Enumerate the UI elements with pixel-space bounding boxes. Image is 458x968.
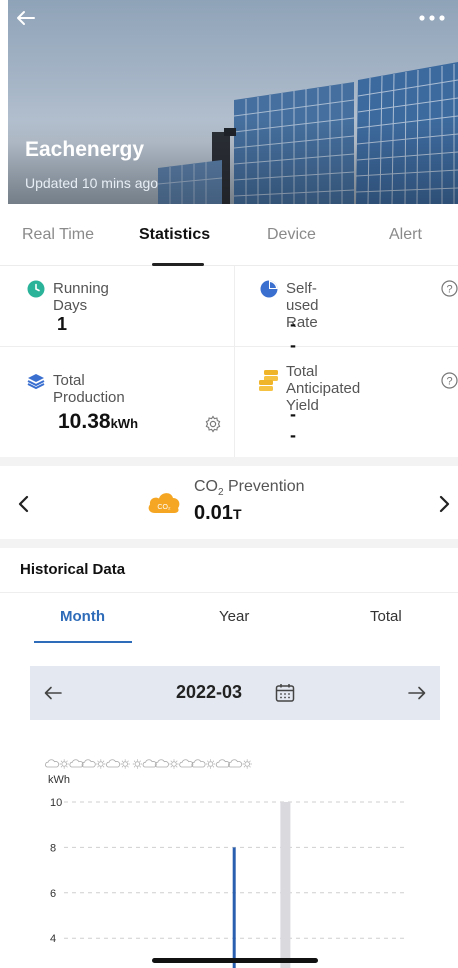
sunny-weather-icon — [96, 759, 106, 769]
selected-day-highlight[interactable] — [280, 802, 291, 968]
y-tick-label: 6 — [50, 888, 56, 900]
chart-grid: 10 8 6 4 — [50, 797, 405, 945]
co2-unit: T — [232, 506, 242, 522]
date-selector: 2022-03 — [30, 666, 440, 720]
selected-date[interactable]: 2022-03 — [176, 682, 242, 703]
home-indicator — [152, 958, 318, 963]
chart-bars — [232, 802, 291, 968]
y-tick-label: 4 — [50, 933, 56, 945]
co2-label-prefix: CO — [194, 478, 218, 495]
running-days-label: Running Days — [53, 280, 109, 314]
anticipated-yield-label: Total Anticipated Yield — [286, 363, 360, 414]
cloudy-weather-icon — [69, 759, 84, 768]
help-icon[interactable]: ? — [441, 280, 458, 297]
cloudy-weather-icon — [106, 759, 121, 768]
grid-divider — [234, 266, 235, 346]
co2-value-group: 0.01T — [194, 502, 242, 525]
calendar-icon[interactable] — [274, 682, 296, 704]
co2-label-suffix: Prevention — [223, 478, 305, 495]
coin-stack-icon — [259, 370, 278, 391]
chevron-right-icon[interactable] — [436, 494, 452, 514]
co2-label: CO2 Prevention — [194, 478, 305, 498]
subtab-month[interactable]: Month — [60, 608, 105, 625]
svg-text:?: ? — [446, 376, 452, 388]
cloudy-weather-icon — [179, 759, 194, 768]
svg-text:?: ? — [446, 284, 452, 296]
section-divider — [0, 592, 458, 593]
clock-icon — [27, 280, 45, 298]
y-axis-unit-label: kWh — [48, 774, 70, 786]
sunny-weather-icon — [242, 759, 252, 769]
sunny-weather-icon — [169, 759, 179, 769]
tab-statistics[interactable]: Statistics — [139, 226, 210, 244]
self-used-rate-value: -- — [290, 314, 296, 355]
active-subtab-indicator — [34, 641, 132, 643]
co2-cloud-icon: CO₂ — [148, 493, 180, 513]
weather-icons-row — [45, 759, 252, 769]
sunny-weather-icon — [132, 759, 142, 769]
sunny-weather-icon — [59, 759, 69, 769]
tab-real-time[interactable]: Real Time — [22, 226, 94, 244]
tab-device[interactable]: Device — [267, 226, 316, 244]
daily-production-chart[interactable]: kWh 10 8 6 4 — [0, 740, 458, 968]
anticipated-yield-label-line2: Yield — [286, 397, 319, 414]
updated-time: Updated 10 mins ago — [25, 175, 159, 191]
cloudy-weather-icon — [154, 759, 169, 768]
settings-gear-icon[interactable] — [204, 415, 222, 433]
chevron-left-icon[interactable] — [16, 494, 32, 514]
cloudy-weather-icon — [191, 759, 206, 768]
next-period-arrow-icon[interactable] — [406, 683, 428, 703]
sunny-weather-icon — [120, 759, 130, 769]
anticipated-yield-label-line1: Total Anticipated — [286, 363, 361, 397]
back-arrow-icon[interactable] — [12, 4, 40, 32]
sunny-weather-icon — [206, 759, 216, 769]
historical-data-title: Historical Data — [20, 561, 126, 578]
more-options-icon[interactable] — [414, 4, 450, 32]
y-tick-label: 8 — [50, 842, 56, 854]
y-tick-label: 10 — [50, 797, 62, 809]
previous-period-arrow-icon[interactable] — [42, 683, 64, 703]
co2-icon-text: CO₂ — [157, 504, 171, 511]
total-production-label: Total Production — [53, 372, 125, 406]
help-icon[interactable]: ? — [441, 372, 458, 389]
grid-divider — [234, 347, 235, 457]
tab-alert[interactable]: Alert — [389, 226, 422, 244]
running-days-value: 1 — [57, 314, 68, 334]
cloudy-weather-icon — [142, 759, 157, 768]
subtab-total[interactable]: Total — [370, 608, 402, 625]
site-header-image: Eachenergy Updated 10 mins ago — [8, 0, 458, 204]
total-production-value: 10.38 — [58, 410, 111, 433]
production-bar[interactable] — [232, 847, 236, 968]
anticipated-yield-value: -- — [290, 404, 296, 445]
grid-divider — [0, 346, 458, 347]
cloudy-weather-icon — [228, 759, 243, 768]
co2-value: 0.01 — [194, 502, 233, 524]
total-production-unit: kWh — [110, 416, 139, 431]
site-name: Eachenergy — [25, 138, 145, 161]
active-tab-indicator — [152, 263, 204, 266]
section-separator — [0, 457, 458, 466]
layers-icon — [27, 374, 45, 390]
cloudy-weather-icon — [215, 759, 230, 768]
cloudy-weather-icon — [81, 759, 96, 768]
section-separator — [0, 539, 458, 548]
cloudy-weather-icon — [45, 759, 60, 768]
solar-panel-photo — [8, 62, 458, 204]
pie-chart-icon — [260, 280, 278, 298]
subtab-year[interactable]: Year — [219, 608, 249, 625]
main-tabs: Real Time Statistics Device Alert — [0, 204, 458, 266]
total-production-value-group: 10.38kWh — [58, 410, 138, 434]
